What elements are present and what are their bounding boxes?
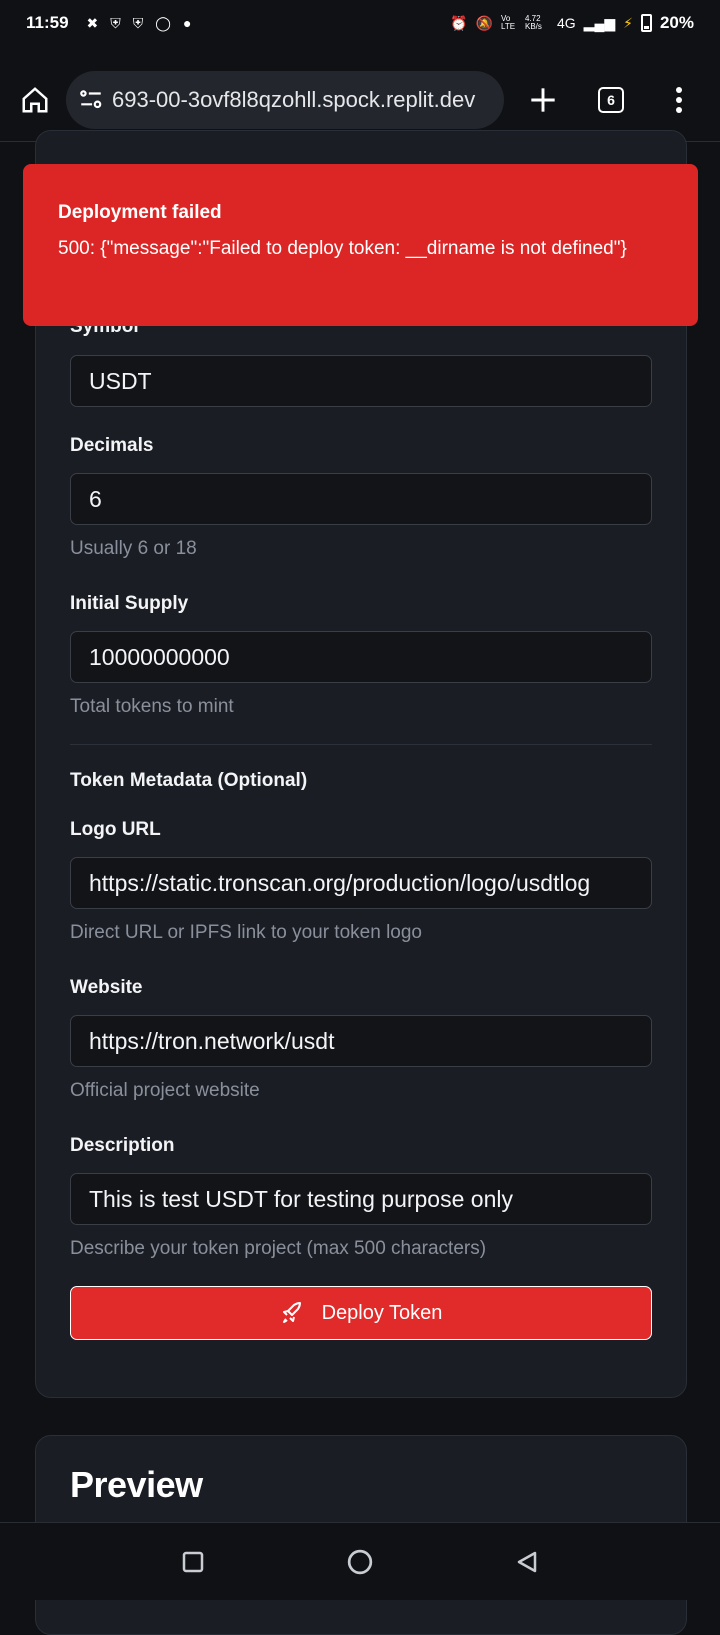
initial-supply-label: Initial Supply [70, 593, 189, 614]
plus-icon [531, 87, 555, 112]
toast-title: Deployment failed [58, 202, 222, 223]
back-button[interactable] [506, 1541, 548, 1583]
status-bar: 11:59 ✖ ⛨ ⛨ ◯ ● ⏰ 🔕 Vo LTE 4.72 KB/s 4G … [0, 0, 720, 46]
home-nav-button[interactable] [339, 1541, 381, 1583]
rocket-icon [282, 1302, 301, 1323]
home-icon [22, 86, 48, 112]
deploy-token-button[interactable]: Deploy Token [70, 1286, 652, 1340]
tab-count: 6 [598, 86, 624, 113]
mute-icon: 🔕 [475, 14, 493, 31]
new-tab-button[interactable] [522, 79, 564, 121]
notification-icons: ✖ ⛨ ⛨ ◯ ● [87, 15, 192, 32]
tab-switcher-button[interactable]: 6 [590, 79, 632, 121]
back-triangle-icon [517, 1551, 536, 1572]
website-label: Website [70, 977, 143, 998]
logo-url-input[interactable]: https://static.tronscan.org/production/l… [70, 857, 652, 909]
preview-title: Preview [70, 1464, 203, 1505]
decimals-label: Decimals [70, 435, 154, 456]
logo-url-hint: Direct URL or IPFS link to your token lo… [70, 922, 422, 943]
circle-icon [347, 1549, 373, 1574]
description-label: Description [70, 1135, 175, 1156]
website-input[interactable]: https://tron.network/usdt [70, 1015, 652, 1067]
website-hint: Official project website [70, 1080, 260, 1101]
charging-icon: ⚡ [623, 14, 633, 31]
home-button[interactable] [14, 79, 56, 121]
dot-icon: ● [182, 15, 192, 31]
url-text: 693-00-3ovf8l8qzohll.spock.replit.dev [112, 86, 476, 112]
system-icons: ⏰ 🔕 Vo LTE 4.72 KB/s 4G ▂▄▆ ⚡ 20% [450, 13, 694, 33]
initial-supply-hint: Total tokens to mint [70, 696, 234, 717]
token-metadata-heading: Token Metadata (Optional) [70, 770, 308, 791]
symbol-input[interactable]: USDT [70, 355, 652, 407]
cross-icon: ✖ [86, 14, 99, 31]
shield-icon: ⛨ [110, 14, 121, 31]
shield-icon: ⛨ [132, 14, 144, 31]
more-vert-icon [676, 86, 682, 113]
volte-label: Vo LTE [500, 14, 516, 31]
browser-menu-button[interactable] [658, 79, 700, 121]
description-hint: Describe your token project (max 500 cha… [70, 1238, 487, 1259]
deploy-token-label: Deploy Token [321, 1301, 443, 1324]
battery-percent: 20% [659, 13, 694, 32]
system-nav-bar [0, 1522, 720, 1600]
signal-icon: ▂▄▆ [583, 14, 616, 31]
address-bar[interactable]: 693-00-3ovf8l8qzohll.spock.replit.dev [66, 70, 504, 129]
decimals-hint: Usually 6 or 18 [70, 538, 197, 559]
network-type: 4G [556, 15, 576, 31]
error-toast[interactable]: Deployment failed 500: {"message":"Faile… [23, 164, 698, 326]
logo-url-label: Logo URL [70, 819, 161, 840]
square-icon [183, 1551, 204, 1572]
site-settings-icon [80, 89, 102, 108]
section-divider [70, 744, 652, 745]
net-speed: 4.72 KB/s [524, 14, 542, 31]
battery-icon [640, 14, 652, 32]
initial-supply-input[interactable]: 10000000000 [70, 631, 652, 683]
toast-message: 500: {"message":"Failed to deploy token:… [58, 238, 627, 259]
description-input[interactable]: This is test USDT for testing purpose on… [70, 1173, 652, 1225]
whatsapp-icon: ◯ [155, 14, 171, 31]
alarm-icon: ⏰ [450, 14, 468, 31]
decimals-input[interactable]: 6 [70, 473, 652, 525]
clock: 11:59 [26, 13, 69, 32]
recents-button[interactable] [172, 1541, 214, 1583]
